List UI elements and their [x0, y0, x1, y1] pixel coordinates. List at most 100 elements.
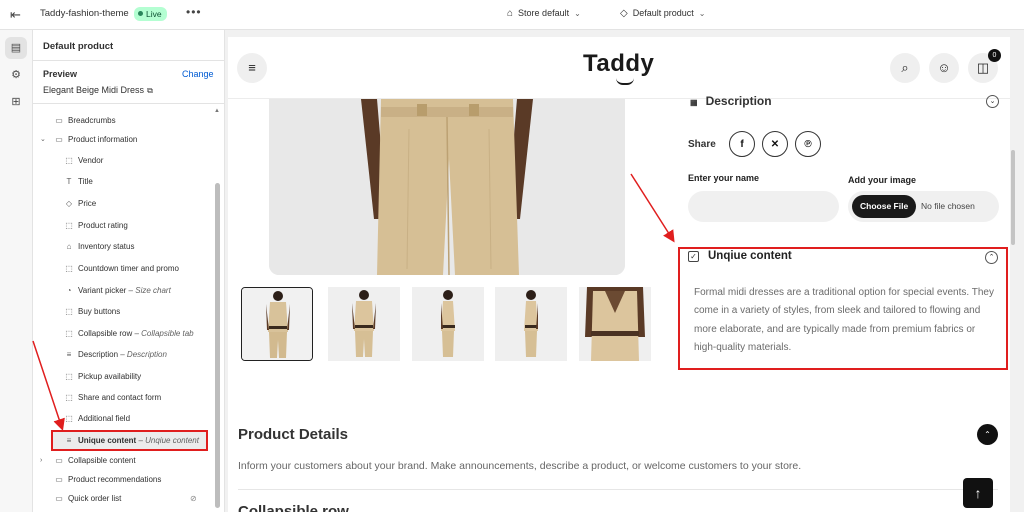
sidebar-item-unique-content[interactable]: ≡ Unique content – Unqiue content — [64, 432, 199, 450]
chevron-down-icon[interactable]: ⌄ — [986, 95, 999, 108]
block-icon: ⬚ — [65, 221, 73, 230]
sidebar-item-label: Inventory status — [78, 242, 135, 251]
x-share-icon[interactable]: ✕ — [762, 131, 788, 157]
preview-scrollbar[interactable] — [1011, 150, 1015, 245]
sidebar-item-label: Vendor — [78, 156, 104, 165]
template-picker[interactable]: ◇ Default product ⌄ — [620, 8, 705, 19]
sidebar-item-label: Collapsible row — [78, 329, 133, 338]
sidebar-item-collapsible-row[interactable]: ⬚ Collapsible row – Collapsible tab — [64, 325, 194, 343]
chevron-up-icon[interactable]: ⌃ — [985, 251, 998, 264]
section-icon: ▭ — [55, 135, 63, 144]
block-icon: ⬚ — [65, 393, 73, 402]
preview-label: Preview — [43, 69, 78, 79]
pinterest-share-icon[interactable]: ℗ — [795, 131, 821, 157]
left-rail: ▤ ⚙ ⊞ — [0, 30, 33, 512]
divider — [33, 60, 225, 61]
sidebar-item-label: Product recommendations — [68, 475, 162, 484]
sidebar-item-label: Countdown timer and promo — [78, 264, 179, 273]
search-icon[interactable]: ⌕ — [890, 53, 920, 83]
top-bar: ⇤ Taddy-fashion-theme Live ••• ⌂ Store de… — [0, 0, 1024, 30]
sidebar-item-description[interactable]: ≡ Description – Description — [64, 346, 167, 364]
thumbnail-3[interactable] — [412, 287, 484, 361]
image-file-input[interactable]: Choose File No file chosen — [848, 191, 999, 222]
sidebar-item-product-recommendations[interactable]: ▭ Product recommendations — [54, 471, 161, 489]
scroll-up-icon[interactable]: ▲ — [214, 108, 220, 114]
sidebar-item-variant-picker[interactable]: ◔ Variant picker – Size chart — [64, 282, 171, 300]
sidebar-item-title[interactable]: T Title — [64, 173, 93, 191]
more-actions-button[interactable]: ••• — [186, 5, 202, 19]
separator: – — [136, 436, 146, 445]
preview-product-name: Elegant Beige Midi Dress — [43, 85, 145, 95]
file-status: No file chosen — [921, 201, 975, 211]
store-picker[interactable]: ⌂ Store default ⌄ — [507, 8, 581, 19]
live-label: Live — [146, 9, 162, 19]
sidebar-item-pickup-availability[interactable]: ⬚ Pickup availability — [64, 368, 141, 386]
chevron-down-icon: ⌄ — [698, 9, 706, 18]
choose-file-button[interactable]: Choose File — [852, 195, 917, 218]
thumbnail-2[interactable] — [328, 287, 400, 361]
name-input[interactable] — [688, 191, 839, 222]
sidebar-item-product-rating[interactable]: ⬚ Product rating — [64, 217, 128, 235]
sidebar-item-sublabel: Size chart — [135, 286, 171, 295]
block-icon: ⬚ — [65, 264, 73, 273]
store-logo[interactable]: Taddy — [583, 50, 654, 78]
sidebar-item-sublabel: Collapsible tab — [141, 329, 194, 338]
thumbnail-4[interactable] — [495, 287, 567, 361]
store-icon: ⌂ — [507, 8, 514, 19]
sections-icon[interactable]: ▤ — [5, 37, 27, 59]
lines-icon: ≡ — [66, 350, 72, 359]
sidebar-item-label: Share and contact form — [78, 393, 162, 402]
preview-product[interactable]: Elegant Beige Midi Dress ⧉ — [43, 85, 153, 96]
block-icon: ⬚ — [65, 156, 73, 165]
sidebar-item-label: Breadcrumbs — [68, 116, 116, 125]
sidebar-item-countdown-timer-and-promo[interactable]: ⬚ Countdown timer and promo — [64, 260, 179, 278]
separator: – — [132, 329, 142, 338]
settings-gear-icon[interactable]: ⚙ — [5, 64, 27, 86]
sidebar-item-additional-field[interactable]: ⬚ Additional field — [64, 410, 130, 428]
store-picker-label: Store default — [518, 8, 570, 18]
template-picker-label: Default product — [632, 8, 694, 18]
thumbnail-5[interactable] — [579, 287, 651, 361]
variant-icon: ◔ — [66, 286, 72, 295]
facebook-share-icon[interactable]: f — [729, 131, 755, 157]
apps-icon[interactable]: ⊞ — [5, 91, 27, 113]
section-icon: ▭ — [55, 116, 63, 125]
sidebar-item-product-information[interactable]: ⌄ ▭ Product information — [40, 131, 137, 149]
collapsible-row-title[interactable]: Collapsible row — [238, 503, 349, 512]
sidebar-title: Default product — [43, 41, 114, 52]
exit-icon[interactable]: ⇤ — [10, 7, 21, 23]
chevron-down-icon[interactable]: ⌄ — [40, 131, 46, 149]
thumbnail-1[interactable] — [241, 287, 313, 361]
description-heading-text: Description — [705, 94, 772, 108]
sidebar-item-vendor[interactable]: ⬚ Vendor — [64, 152, 103, 170]
section-icon: ▭ — [55, 475, 63, 484]
sidebar-item-label: Description — [78, 350, 119, 359]
sidebar-item-label: Collapsible content — [68, 456, 136, 465]
sidebar-item-label: Additional field — [78, 414, 131, 423]
sidebar-item-buy-buttons[interactable]: ⬚ Buy buttons — [64, 303, 120, 321]
change-preview-link[interactable]: Change — [182, 69, 214, 79]
chevron-up-icon[interactable]: ⌃ — [977, 424, 998, 445]
back-to-top-icon[interactable]: ↑ — [963, 478, 993, 508]
menu-icon[interactable]: ≡ — [237, 53, 267, 83]
unique-content-title[interactable]: Unqiue content — [708, 250, 792, 262]
sidebar-item-label: Buy buttons — [78, 307, 121, 316]
account-icon[interactable]: ☺ — [929, 53, 959, 83]
checkbox-icon: ✓ — [688, 251, 699, 262]
logo-smile — [616, 78, 634, 85]
sidebar-scrollbar[interactable] — [215, 183, 220, 508]
tag-icon: ◇ — [620, 8, 628, 19]
hidden-eye-icon[interactable]: ⊘ — [190, 490, 197, 508]
sidebar-item-inventory-status[interactable]: ⌂ Inventory status — [64, 238, 135, 256]
sidebar-item-quick-order-list[interactable]: ▭ Quick order list ⊘ — [54, 490, 196, 508]
sidebar-item-collapsible-content[interactable]: › ▭ Collapsible content — [40, 452, 136, 470]
sidebar-item-share-and-contact-form[interactable]: ⬚ Share and contact form — [64, 389, 161, 407]
sidebar-item-label: Variant picker — [78, 286, 127, 295]
sidebar-item-price[interactable]: ◇ Price — [64, 195, 96, 213]
sidebar-item-label: Pickup availability — [78, 372, 142, 381]
description-heading[interactable]: ▦ Description — [690, 94, 772, 108]
sidebar-item-breadcrumbs[interactable]: ▭ Breadcrumbs — [54, 112, 116, 130]
lines-icon: ≡ — [66, 436, 72, 445]
chevron-right-icon[interactable]: › — [40, 452, 42, 470]
lines-icon: ▦ — [690, 98, 698, 107]
